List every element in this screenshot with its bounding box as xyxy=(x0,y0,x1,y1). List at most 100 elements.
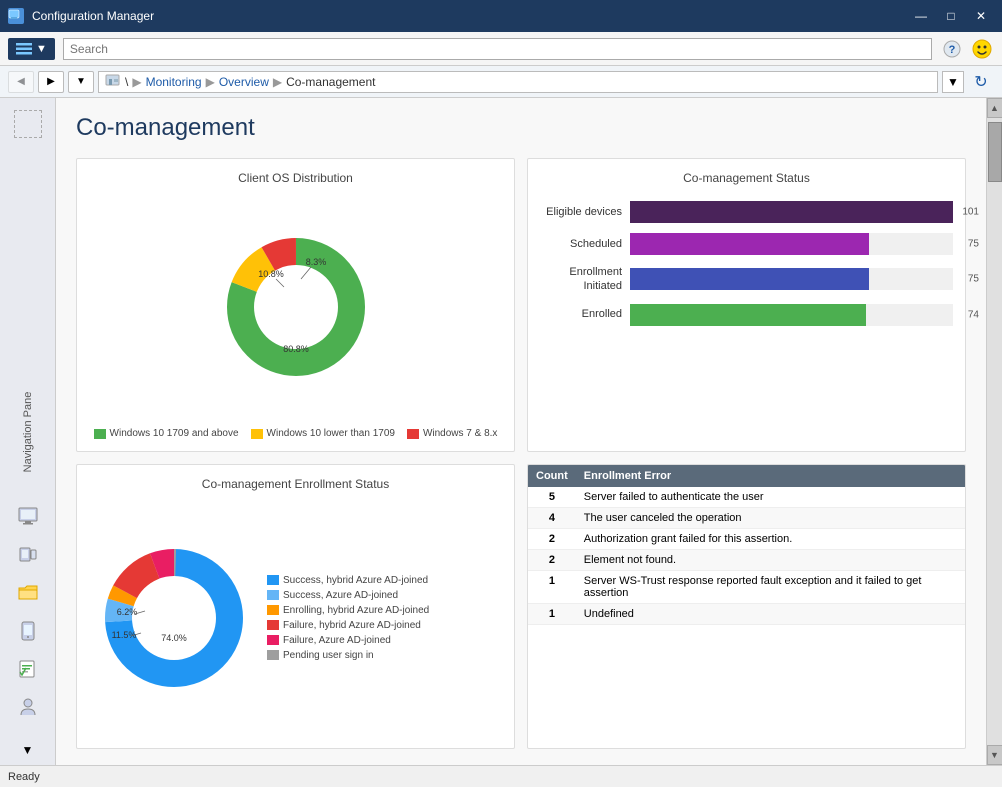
error-count: 1 xyxy=(528,604,576,625)
donut-client-os-chart: 8.3% 10.8% 80.8% xyxy=(216,227,376,387)
legend-success-azure: Success, Azure AD-joined xyxy=(267,590,429,601)
bar-fill-enrollment xyxy=(630,268,869,290)
main-layout: Navigation Pane ▼ Co-manage xyxy=(0,98,1002,765)
panel-comanagement-status: Co-management Status Eligible devices 10… xyxy=(527,158,966,452)
error-table-row: 1Undefined xyxy=(528,604,965,625)
bar-row-enrolled: Enrolled 74 xyxy=(540,304,953,326)
error-message: Undefined xyxy=(576,604,965,625)
maximize-button[interactable]: □ xyxy=(938,6,964,26)
donut-client-os-container: 8.3% 10.8% 80.8% xyxy=(89,193,502,420)
bar-track-enrolled: 74 xyxy=(630,304,953,326)
selection-box xyxy=(14,110,42,138)
dashboard-grid: Client OS Distribution xyxy=(76,158,966,749)
breadcrumb: \ ▶ Monitoring ▶ Overview ▶ Co-managemen… xyxy=(98,71,938,93)
nav-dropdown-button[interactable]: ▼ xyxy=(68,71,94,93)
left-sidebar: Navigation Pane ▼ xyxy=(0,98,56,765)
bar-row-eligible: Eligible devices 101 xyxy=(540,201,953,223)
legend-win10-below: Windows 10 lower than 1709 xyxy=(251,428,395,439)
legend-color-orange xyxy=(267,605,279,615)
panel-client-os-title: Client OS Distribution xyxy=(89,171,502,185)
menu-bar: ▼ ? xyxy=(0,32,1002,66)
bar-value-enrolled: 74 xyxy=(968,309,979,320)
legend-label-enrolling-hybrid: Enrolling, hybrid Azure AD-joined xyxy=(283,605,429,616)
back-button[interactable]: ◀ xyxy=(8,71,34,93)
legend-color-yellow xyxy=(251,429,263,439)
error-table-row: 4The user canceled the operation xyxy=(528,508,965,529)
svg-text:10.8%: 10.8% xyxy=(258,269,284,279)
error-count: 2 xyxy=(528,529,576,550)
error-message: Authorization grant failed for this asse… xyxy=(576,529,965,550)
bar-track-enrollment: 75 xyxy=(630,268,953,290)
breadcrumb-dropdown[interactable]: ▼ xyxy=(942,71,964,93)
legend-label-win10-above: Windows 10 1709 and above xyxy=(110,428,239,439)
sidebar-icon-tasks[interactable] xyxy=(10,653,46,685)
bar-track-eligible: 101 xyxy=(630,201,953,223)
home-icon xyxy=(105,74,121,90)
forward-button[interactable]: ▶ xyxy=(38,71,64,93)
sidebar-icon-folder[interactable] xyxy=(10,577,46,609)
panel-status-title: Co-management Status xyxy=(540,171,953,185)
sidebar-icon-device[interactable] xyxy=(10,615,46,647)
svg-text:80.8%: 80.8% xyxy=(283,344,309,354)
status-bar: Ready xyxy=(0,765,1002,787)
sidebar-icon-user[interactable] xyxy=(10,691,46,723)
error-count: 1 xyxy=(528,571,576,604)
minimize-button[interactable]: — xyxy=(908,6,934,26)
bar-chart-area: Eligible devices 101 Scheduled 75 xyxy=(540,193,953,439)
col-count-header: Count xyxy=(528,465,576,487)
legend-success-hybrid: Success, hybrid Azure AD-joined xyxy=(267,575,429,586)
breadcrumb-sep-1: \ xyxy=(125,75,128,89)
help-button[interactable]: ? xyxy=(940,37,964,61)
title-bar: Configuration Manager — □ ✕ xyxy=(0,0,1002,32)
legend-label-win10-below: Windows 10 lower than 1709 xyxy=(267,428,395,439)
error-table-row: 5Server failed to authenticate the user xyxy=(528,487,965,508)
error-count: 4 xyxy=(528,508,576,529)
bar-value-scheduled: 75 xyxy=(968,239,979,250)
breadcrumb-overview[interactable]: Overview xyxy=(219,75,269,89)
bar-fill-scheduled xyxy=(630,233,869,255)
legend-color-red xyxy=(407,429,419,439)
legend-label-pending-signin: Pending user sign in xyxy=(283,650,374,661)
legend-label-win7: Windows 7 & 8.x xyxy=(423,428,497,439)
search-input[interactable] xyxy=(63,38,932,60)
status-text: Ready xyxy=(8,771,40,783)
breadcrumb-monitoring[interactable]: Monitoring xyxy=(146,75,202,89)
content-area: Co-management Client OS Distribution xyxy=(56,98,986,765)
panel-enrollment-errors: Count Enrollment Error 5Server failed to… xyxy=(527,464,966,749)
error-message: Element not found. xyxy=(576,550,965,571)
scroll-up-button[interactable]: ▲ xyxy=(987,98,1002,118)
svg-text:74.0%: 74.0% xyxy=(161,633,187,643)
legend-color-gray xyxy=(267,650,279,660)
legend-win7: Windows 7 & 8.x xyxy=(407,428,497,439)
app-menu-button[interactable]: ▼ xyxy=(8,38,55,60)
error-message: The user canceled the operation xyxy=(576,508,965,529)
svg-text:6.2%: 6.2% xyxy=(117,607,138,617)
scroll-down-button[interactable]: ▼ xyxy=(987,745,1002,765)
sidebar-icons xyxy=(10,501,46,731)
bar-label-enrolled: Enrolled xyxy=(540,307,630,321)
bar-label-eligible: Eligible devices xyxy=(540,205,630,219)
breadcrumb-current: Co-management xyxy=(286,75,375,89)
error-table-row: 2Authorization grant failed for this ass… xyxy=(528,529,965,550)
scroll-thumb[interactable] xyxy=(988,122,1002,182)
error-message: Server failed to authenticate the user xyxy=(576,487,965,508)
bar-fill-eligible xyxy=(630,201,953,223)
legend-failure-hybrid: Failure, hybrid Azure AD-joined xyxy=(267,620,429,631)
legend-win10-above: Windows 10 1709 and above xyxy=(94,428,239,439)
col-error-header: Enrollment Error xyxy=(576,465,965,487)
sidebar-bottom-arrow[interactable]: ▼ xyxy=(22,743,34,757)
error-table-row: 2Element not found. xyxy=(528,550,965,571)
sidebar-icon-monitor[interactable] xyxy=(10,501,46,533)
error-message: Server WS-Trust response reported fault … xyxy=(576,571,965,604)
legend-failure-azure: Failure, Azure AD-joined xyxy=(267,635,429,646)
sidebar-icon-computer[interactable] xyxy=(10,539,46,571)
legend-label-failure-azure: Failure, Azure AD-joined xyxy=(283,635,391,646)
user-menu-button[interactable] xyxy=(970,37,994,61)
legend-color-darkred xyxy=(267,620,279,630)
right-scrollbar: ▲ ▼ xyxy=(986,98,1002,765)
close-button[interactable]: ✕ xyxy=(968,6,994,26)
refresh-button[interactable]: ↻ xyxy=(968,69,994,95)
bar-value-enrollment: 75 xyxy=(968,274,979,285)
legend-label-success-azure: Success, Azure AD-joined xyxy=(283,590,398,601)
panel-enrollment-title: Co-management Enrollment Status xyxy=(89,477,502,491)
